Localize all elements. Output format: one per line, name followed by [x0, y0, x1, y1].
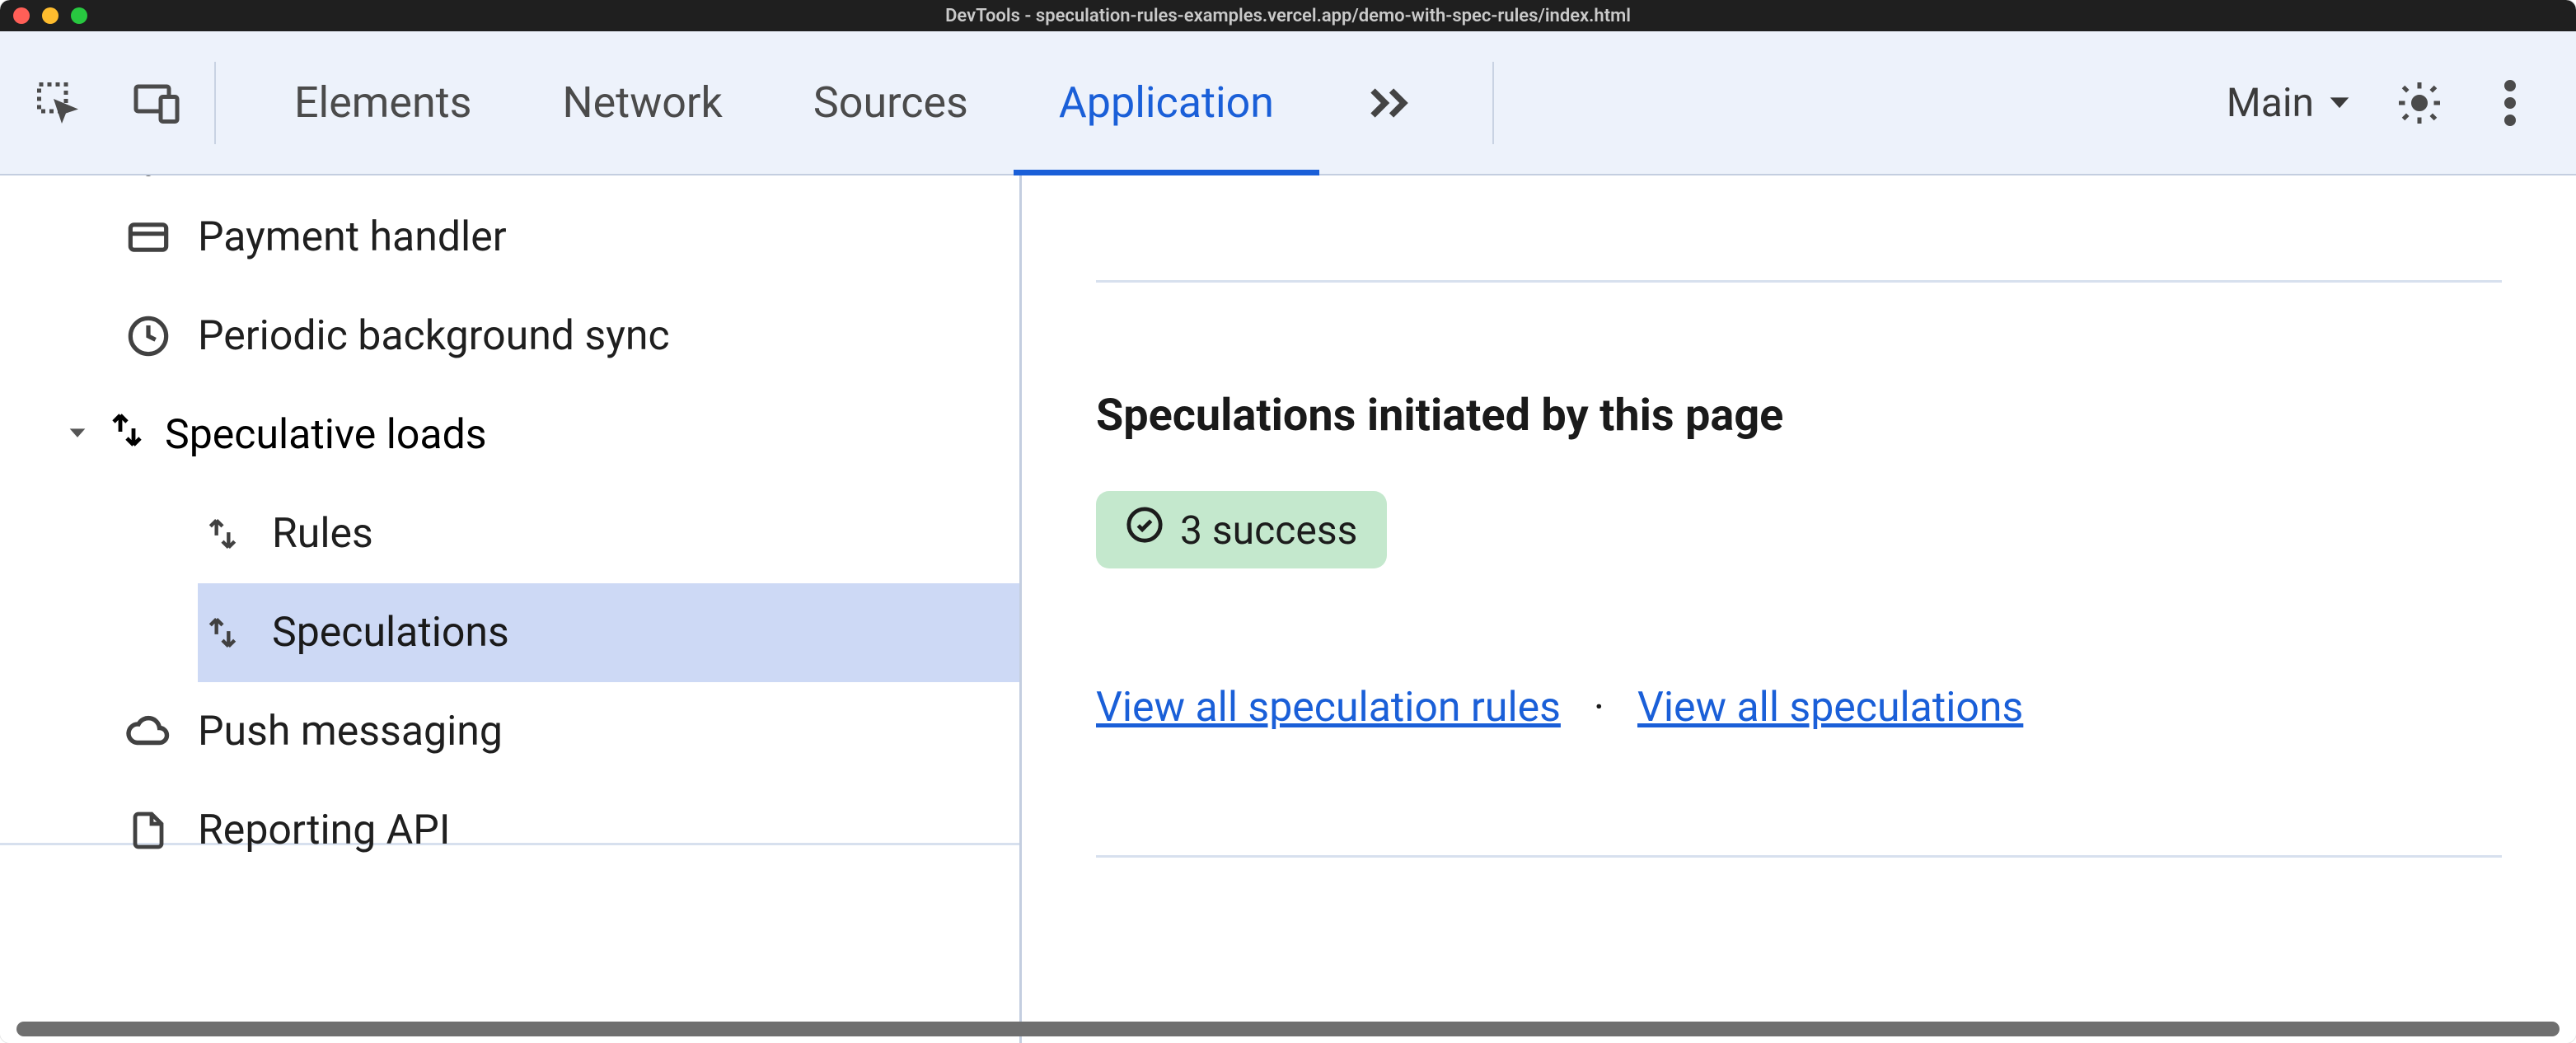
sidebar-label: Notifications [198, 175, 432, 178]
target-label: Main [2227, 79, 2314, 126]
sidebar-item-periodic-sync[interactable]: Periodic background sync [0, 287, 1019, 386]
tab-network[interactable]: Network [518, 31, 768, 174]
main-area: Notifications Payment handler Periodic b… [0, 175, 2576, 1043]
close-window-button[interactable] [13, 7, 30, 24]
toolbar-divider [214, 62, 216, 144]
sidebar-item-payment-handler[interactable]: Payment handler [0, 188, 1019, 287]
speculative-loads-icon [107, 410, 147, 461]
panel-heading: Speculations initiated by this page [1096, 283, 2502, 442]
panel-links: View all speculation rules · View all sp… [1096, 684, 2502, 732]
sidebar-label: Periodic background sync [198, 312, 670, 360]
sidebar-label: Push messaging [198, 708, 503, 755]
more-tabs-button[interactable] [1319, 31, 1459, 174]
sidebar-label: Speculations [272, 609, 509, 657]
horizontal-scrollbar[interactable] [16, 1022, 2560, 1036]
document-icon [124, 811, 173, 850]
settings-icon[interactable] [2395, 78, 2444, 128]
panel-top-divider [1096, 175, 2502, 283]
minimize-window-button[interactable] [42, 7, 59, 24]
inspect-element-icon[interactable] [33, 78, 82, 128]
chevron-down-icon [2325, 79, 2354, 126]
speculative-loads-icon [198, 516, 247, 552]
tab-sources[interactable]: Sources [768, 31, 1014, 174]
sidebar-item-push-messaging[interactable]: Push messaging [0, 682, 1019, 781]
chevron-down-icon [66, 419, 89, 451]
window-controls [13, 7, 87, 24]
speculations-panel: Speculations initiated by this page 3 su… [1022, 175, 2576, 1043]
sidebar-label: Speculative loads [165, 411, 487, 459]
credit-card-icon [124, 216, 173, 259]
status-badge-success: 3 success [1096, 491, 1387, 568]
sidebar-item-speculations[interactable]: Speculations [198, 583, 1019, 682]
sidebar-item-notifications[interactable]: Notifications [0, 175, 1019, 188]
cloud-icon [124, 709, 173, 754]
view-all-speculations-link[interactable]: View all speculations [1637, 684, 2023, 732]
sidebar-item-rules[interactable]: Rules [198, 484, 1019, 583]
titlebar: DevTools - speculation-rules-examples.ve… [0, 0, 2576, 31]
tab-elements[interactable]: Elements [249, 31, 518, 174]
speculative-loads-icon [198, 615, 247, 651]
target-selector[interactable]: Main [2227, 79, 2354, 126]
more-menu-icon[interactable] [2485, 78, 2535, 128]
sidebar-group-speculative-loads[interactable]: Speculative loads [0, 386, 1019, 484]
check-circle-icon [1126, 506, 1164, 554]
sidebar-item-reporting-api[interactable]: Reporting API [0, 781, 1019, 880]
bell-icon [124, 175, 173, 178]
sidebar-label: Reporting API [198, 807, 450, 854]
clock-icon [124, 315, 173, 358]
devtools-toolbar: Elements Network Sources Application Mai… [0, 31, 2576, 175]
panel-bottom-divider [1096, 855, 2502, 858]
separator-dot: · [1594, 684, 1604, 732]
fullscreen-window-button[interactable] [71, 7, 87, 24]
panel-tabs: Elements Network Sources Application [249, 31, 1459, 174]
device-toolbar-icon[interactable] [132, 78, 181, 128]
application-sidebar[interactable]: Notifications Payment handler Periodic b… [0, 175, 1022, 1043]
window-title: DevTools - speculation-rules-examples.ve… [945, 6, 1631, 26]
status-text: 3 success [1180, 507, 1357, 554]
toolbar-divider [1492, 62, 1494, 144]
tab-application[interactable]: Application [1014, 31, 1319, 174]
sidebar-label: Rules [272, 510, 373, 558]
sidebar-label: Payment handler [198, 213, 507, 261]
view-all-rules-link[interactable]: View all speculation rules [1096, 684, 1561, 732]
